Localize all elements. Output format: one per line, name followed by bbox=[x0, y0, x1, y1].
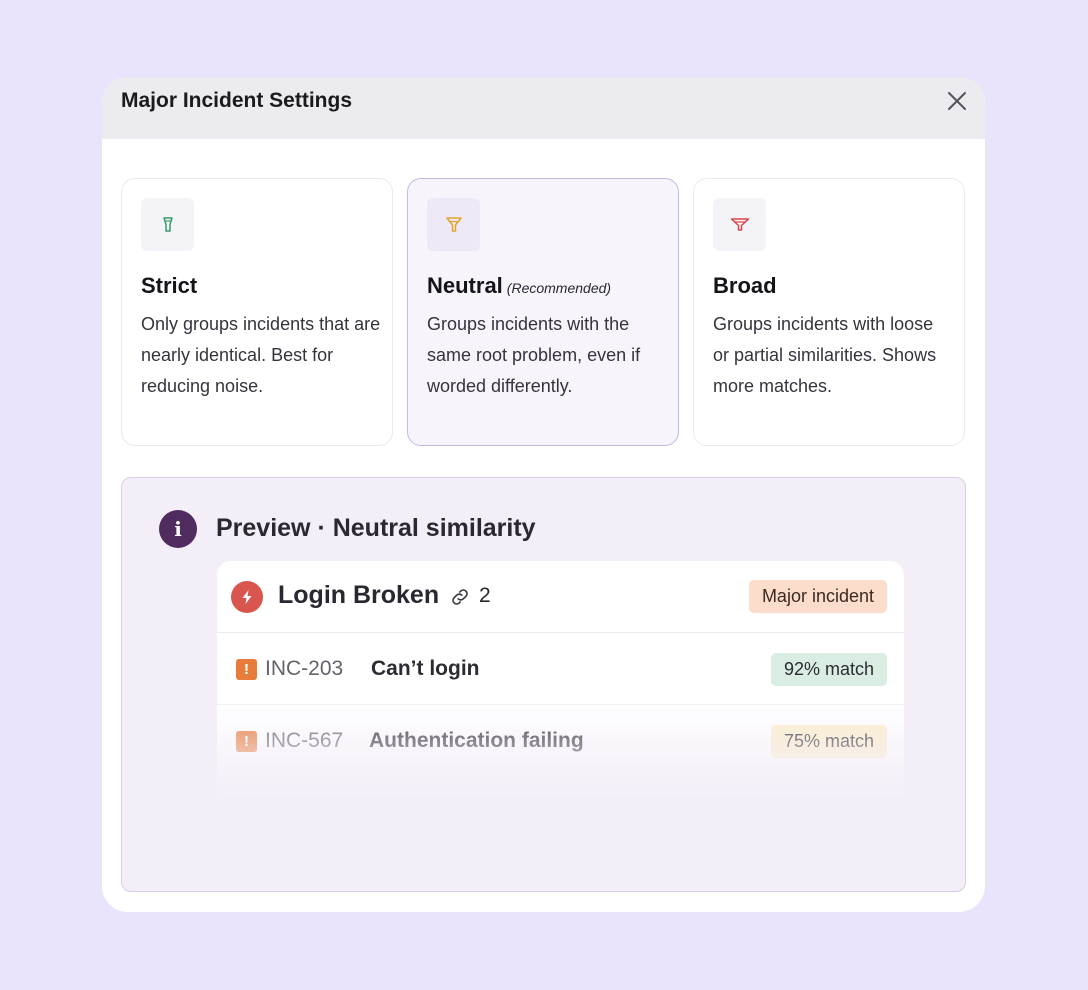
option-neutral-label: Neutral bbox=[427, 273, 503, 298]
warning-icon: ! bbox=[236, 731, 257, 752]
similarity-preview: i Preview · Neutral similarity Login Bro… bbox=[121, 477, 966, 892]
match-badge: 45% match bbox=[770, 797, 887, 830]
incident-group-card: Login Broken 2 Major incident ! INC-203 … bbox=[217, 561, 904, 861]
funnel-medium-icon bbox=[427, 198, 480, 251]
option-broad-description: Groups incidents with loose or partial s… bbox=[713, 314, 937, 396]
funnel-wide-icon bbox=[713, 198, 766, 251]
major-incident-settings-dialog: Major Incident Settings Strict Only grou… bbox=[102, 77, 985, 912]
info-icon: i bbox=[159, 510, 197, 548]
option-neutral-title: Neutral (Recommended) bbox=[427, 273, 611, 299]
option-strict-description: Only groups incidents that are nearly id… bbox=[141, 314, 381, 396]
lightning-icon bbox=[231, 581, 263, 613]
option-strict[interactable]: Strict Only groups incidents that are ne… bbox=[121, 178, 393, 446]
recommended-tag: (Recommended) bbox=[506, 280, 612, 296]
dialog-header: Major Incident Settings bbox=[102, 77, 985, 139]
incident-id: INC-670 bbox=[265, 801, 344, 824]
incident-row[interactable]: ! INC-203 Can’t login 92% match bbox=[217, 633, 904, 705]
incident-id: INC-567 bbox=[265, 729, 344, 752]
match-badge: 75% match bbox=[770, 725, 887, 758]
incident-row[interactable]: ! INC-670 Website slow after login 45% m… bbox=[217, 777, 904, 849]
linked-count: 2 bbox=[479, 584, 491, 607]
preview-title: Preview · Neutral similarity bbox=[216, 514, 536, 542]
incident-title: Website slow after login bbox=[369, 801, 609, 824]
incident-group-title: Login Broken bbox=[278, 581, 440, 609]
dialog-title: Major Incident Settings bbox=[121, 89, 353, 112]
close-button[interactable] bbox=[945, 89, 969, 113]
warning-icon: ! bbox=[236, 659, 257, 680]
warning-icon: ! bbox=[236, 803, 257, 824]
close-icon bbox=[948, 92, 966, 110]
option-broad-title: Broad bbox=[713, 273, 777, 298]
funnel-narrow-icon bbox=[141, 198, 194, 251]
incident-title: Authentication failing bbox=[369, 729, 584, 752]
incident-group-header: Login Broken 2 Major incident bbox=[217, 561, 904, 633]
option-strict-title: Strict bbox=[141, 273, 198, 298]
similarity-options: Strict Only groups incidents that are ne… bbox=[121, 178, 966, 446]
option-neutral-description: Groups incidents with the same root prob… bbox=[427, 314, 641, 396]
match-badge: 92% match bbox=[770, 653, 887, 686]
incident-row[interactable]: ! INC-567 Authentication failing 75% mat… bbox=[217, 705, 904, 777]
major-incident-badge: Major incident bbox=[748, 580, 887, 613]
link-icon bbox=[449, 586, 471, 608]
incident-title: Can’t login bbox=[371, 657, 480, 680]
option-neutral[interactable]: Neutral (Recommended) Groups incidents wi… bbox=[407, 178, 679, 446]
option-broad[interactable]: Broad Groups incidents with loose or par… bbox=[693, 178, 965, 446]
incident-id: INC-203 bbox=[265, 657, 344, 680]
